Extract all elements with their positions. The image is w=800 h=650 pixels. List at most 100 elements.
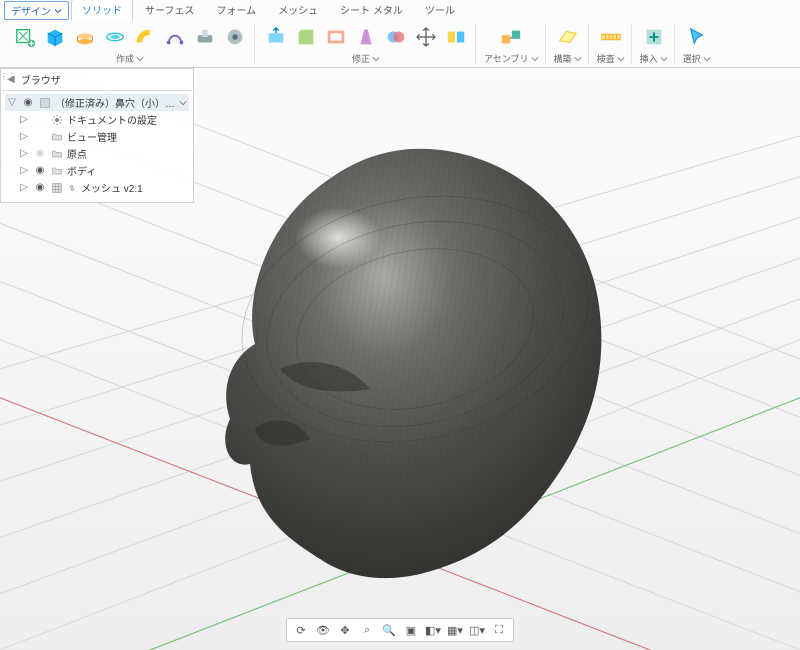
assembly-button[interactable] xyxy=(498,24,524,50)
tree-item-label: 原点 xyxy=(67,146,187,161)
tab-label: フォーム xyxy=(216,6,256,17)
presspull-button[interactable] xyxy=(263,24,289,50)
tab-mesh[interactable]: メッシュ xyxy=(268,0,328,20)
pan-icon[interactable]: ✥ xyxy=(337,622,353,638)
move-button[interactable] xyxy=(413,24,439,50)
visibility-icon[interactable]: ◉ xyxy=(21,97,35,108)
sweep-button[interactable] xyxy=(132,24,158,50)
combine-button[interactable] xyxy=(383,24,409,50)
group-construct: 構築 xyxy=(548,24,589,65)
tree-root[interactable]: ▽ ◉ （修正済み）鼻穴（小）v… xyxy=(5,94,189,111)
sketch-button[interactable] xyxy=(12,24,38,50)
align-button[interactable] xyxy=(443,24,469,50)
tree-item-origin[interactable]: ▷ ◉ 原点 xyxy=(5,145,189,162)
ribbon: デザイン ソリッド サーフェス フォーム メッシュ シート メタル ツール xyxy=(0,0,800,68)
group-insert: 挿入 xyxy=(634,24,675,65)
gear-icon xyxy=(51,114,63,126)
browser-panel-head[interactable]: ⋮⋮ ◀ ブラウザ xyxy=(1,69,193,91)
folder-icon xyxy=(51,131,63,143)
group-create: 作成 xyxy=(6,24,255,65)
rib-button[interactable] xyxy=(192,24,218,50)
tab-tool[interactable]: ツール xyxy=(415,0,465,20)
expand-icon[interactable]: ▷ xyxy=(19,165,29,176)
group-modify-label[interactable]: 修正 xyxy=(352,52,380,65)
fit-icon[interactable]: ▣ xyxy=(403,622,419,638)
expand-icon[interactable]: ▷ xyxy=(19,148,29,159)
select-button[interactable] xyxy=(684,24,710,50)
group-insert-label[interactable]: 挿入 xyxy=(640,52,668,65)
plane-button[interactable] xyxy=(555,24,581,50)
orbit-icon[interactable]: ⟳ xyxy=(293,622,309,638)
chevron-down-icon xyxy=(136,55,144,63)
measure-button[interactable] xyxy=(598,24,624,50)
group-create-label[interactable]: 作成 xyxy=(116,52,144,65)
group-inspect-label[interactable]: 検査 xyxy=(597,52,625,65)
panel-handle-icon: ⋮⋮ xyxy=(4,72,12,80)
design-menu-label: デザイン xyxy=(11,3,51,18)
label-text: 検査 xyxy=(597,52,615,65)
tab-label: ツール xyxy=(425,6,455,17)
label-text: 挿入 xyxy=(640,52,658,65)
chevron-down-icon xyxy=(660,55,668,63)
fullscreen-icon[interactable]: ⛶ xyxy=(491,622,507,638)
tree-root-label: （修正済み）鼻穴（小）v… xyxy=(55,95,175,110)
group-select-label[interactable]: 選択 xyxy=(683,52,711,65)
browser-tree: ▽ ◉ （修正済み）鼻穴（小）v… ▷ ドキュメントの設定 ▷ ビュー管理 xyxy=(1,91,193,202)
expand-icon[interactable]: ▷ xyxy=(19,182,29,193)
grid-settings-icon[interactable]: ▦▾ xyxy=(447,622,463,638)
group-construct-label[interactable]: 構築 xyxy=(554,52,582,65)
mesh-body-head[interactable] xyxy=(160,119,640,599)
tree-item-label: ビュー管理 xyxy=(67,129,187,144)
tree-item-label: ボディ xyxy=(67,163,187,178)
look-icon[interactable]: 👁 xyxy=(315,622,331,638)
zoom-icon[interactable]: 🔍 xyxy=(381,622,397,638)
insert-button[interactable] xyxy=(641,24,667,50)
tree-item-bodies[interactable]: ▷ ◉ ボディ xyxy=(5,162,189,179)
design-menu[interactable]: デザイン xyxy=(4,1,69,20)
revolve-button[interactable] xyxy=(102,24,128,50)
label-text: 構築 xyxy=(554,52,572,65)
view-navbar: ⟳ 👁 ✥ ⌕ 🔍 ▣ ◧▾ ▦▾ ◫▾ ⛶ xyxy=(286,618,514,642)
label-text: 選択 xyxy=(683,52,701,65)
tab-solid[interactable]: ソリッド xyxy=(71,0,133,21)
browser-panel: ⋮⋮ ◀ ブラウザ ▽ ◉ （修正済み）鼻穴（小）v… ▷ ドキュメントの設定 xyxy=(0,68,194,203)
chevron-down-icon[interactable] xyxy=(179,99,187,107)
group-modify: 修正 xyxy=(257,24,476,65)
workspace: ⋮⋮ ◀ ブラウザ ▽ ◉ （修正済み）鼻穴（小）v… ▷ ドキュメントの設定 xyxy=(0,68,800,650)
label-text: 修正 xyxy=(352,52,370,65)
shell-button[interactable] xyxy=(323,24,349,50)
component-icon xyxy=(39,97,51,109)
visibility-icon[interactable]: ◉ xyxy=(33,182,47,193)
tree-item-settings[interactable]: ▷ ドキュメントの設定 xyxy=(5,111,189,128)
tab-label: ソリッド xyxy=(82,6,122,17)
label-text: 作成 xyxy=(116,52,134,65)
chevron-down-icon xyxy=(54,7,62,15)
tab-surface[interactable]: サーフェス xyxy=(135,0,204,20)
fillet-button[interactable] xyxy=(293,24,319,50)
expand-icon[interactable]: ▷ xyxy=(19,131,29,142)
expand-icon[interactable]: ▷ xyxy=(19,114,29,125)
loft-button[interactable] xyxy=(162,24,188,50)
label-text: アセンブリ xyxy=(484,52,529,65)
browser-title: ブラウザ xyxy=(21,72,61,87)
mesh-icon xyxy=(51,182,63,194)
hole-button[interactable] xyxy=(222,24,248,50)
chevron-down-icon xyxy=(531,55,539,63)
extrude-button[interactable] xyxy=(72,24,98,50)
box-button[interactable] xyxy=(42,24,68,50)
visibility-icon[interactable]: ◉ xyxy=(33,165,47,176)
chevron-down-icon xyxy=(372,55,380,63)
draft-button[interactable] xyxy=(353,24,379,50)
display-settings-icon[interactable]: ◧▾ xyxy=(425,622,441,638)
tree-item-views[interactable]: ▷ ビュー管理 xyxy=(5,128,189,145)
viewport-layout-icon[interactable]: ◫▾ xyxy=(469,622,485,638)
chevron-down-icon xyxy=(617,55,625,63)
tab-form[interactable]: フォーム xyxy=(206,0,266,20)
group-assembly-label[interactable]: アセンブリ xyxy=(484,52,539,65)
tab-sheet[interactable]: シート メタル xyxy=(330,0,413,20)
zoom-window-icon[interactable]: ⌕ xyxy=(359,622,375,638)
tree-item-mesh[interactable]: ▷ ◉ メッシュ v2:1 xyxy=(5,179,189,196)
toolbar: 作成 修正 アセンブリ xyxy=(4,20,796,67)
collapse-icon[interactable]: ▽ xyxy=(7,97,17,108)
visibility-icon[interactable]: ◉ xyxy=(33,148,47,159)
